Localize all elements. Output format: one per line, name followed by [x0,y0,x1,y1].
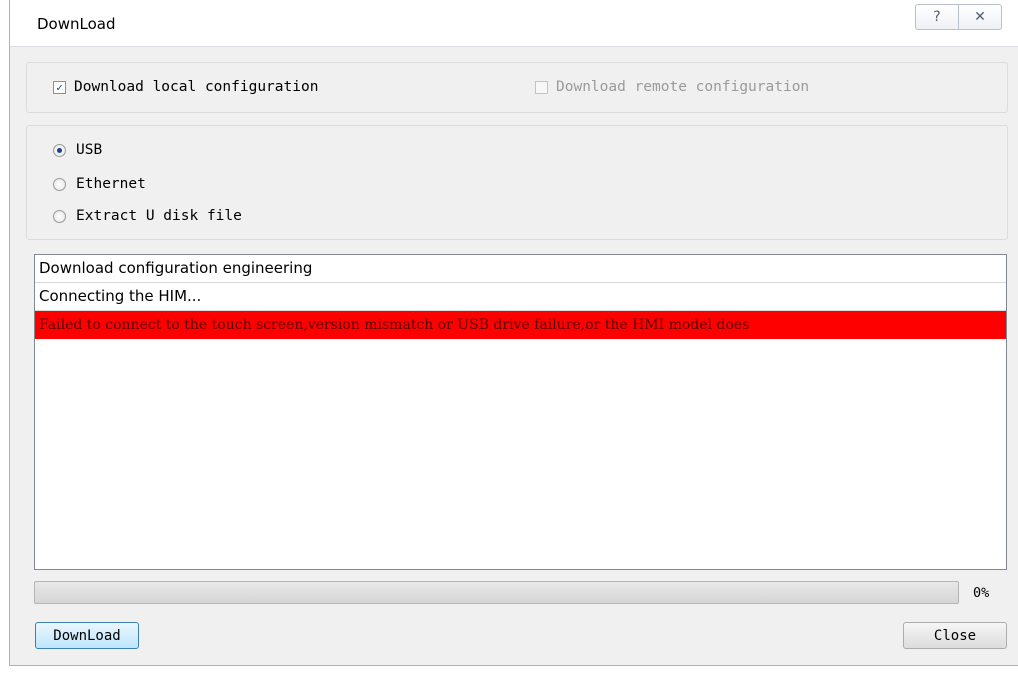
download-target-group: ✓ Download local configuration Download … [26,62,1008,113]
u-disk-option[interactable]: Extract U disk file [53,208,242,224]
remote-config-checkbox [535,80,548,94]
progress-bar [34,581,959,604]
ethernet-radio[interactable] [53,177,66,191]
local-config-checkbox[interactable]: ✓ [53,80,66,94]
remote-config-option: Download remote configuration [535,79,809,95]
usb-label: USB [76,142,103,158]
log-line: Download configuration engineering [35,255,1006,283]
u-disk-label: Extract U disk file [76,208,242,224]
log-line-error: Failed to connect to the touch screen,ve… [35,311,1006,339]
help-button[interactable]: ? [916,5,958,29]
local-config-option[interactable]: ✓ Download local configuration [53,79,318,95]
ethernet-label: Ethernet [76,176,146,192]
connection-group: USB Ethernet Extract U disk file [26,125,1008,240]
progress-percent: 0% [973,585,990,601]
window-close-button[interactable]: ✕ [958,5,1001,29]
usb-option[interactable]: USB [53,142,102,158]
remote-config-label: Download remote configuration [556,79,810,95]
download-button[interactable]: DownLoad [35,622,139,649]
window-title: DownLoad [37,15,116,33]
download-dialog: DownLoad ? ✕ ✓ Download local configurat… [9,0,1018,666]
local-config-label: Download local configuration [74,79,319,95]
title-bar: DownLoad ? ✕ [10,0,1018,47]
u-disk-radio[interactable] [53,209,66,223]
log-list[interactable]: Download configuration engineering Conne… [34,254,1007,570]
close-button[interactable]: Close [903,622,1007,649]
help-icon: ? [933,9,941,25]
title-bar-buttons: ? ✕ [915,4,1002,30]
usb-radio[interactable] [53,143,66,157]
ethernet-option[interactable]: Ethernet [53,176,146,192]
close-icon: ✕ [974,9,986,25]
log-line: Connecting the HIM... [35,283,1006,311]
